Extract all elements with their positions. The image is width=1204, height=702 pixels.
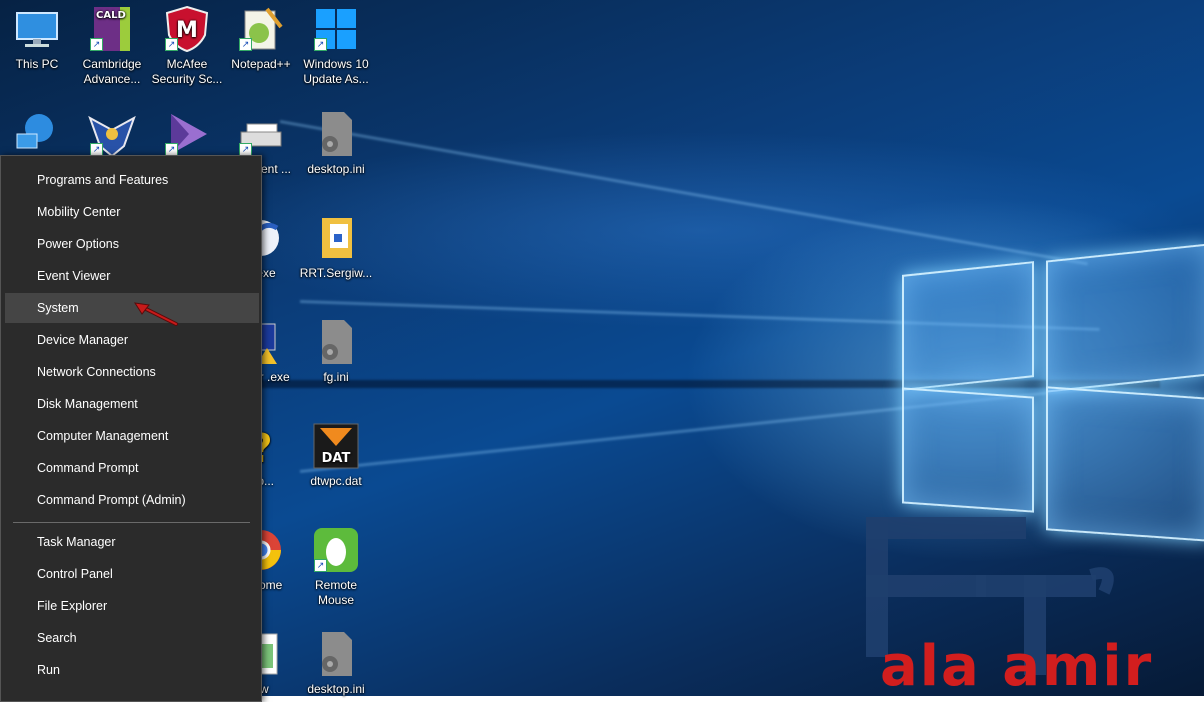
network-globe-icon xyxy=(13,110,61,158)
desktop-icon-label: Cambridge Advance... xyxy=(82,57,142,86)
menu-item-mobility-center[interactable]: Mobility Center xyxy=(5,197,259,227)
windows-logo-pane xyxy=(1046,243,1204,393)
dark-band xyxy=(260,380,1160,388)
menu-item-network-connections[interactable]: Network Connections xyxy=(5,357,259,387)
mcafee-shield-icon: M ↗ xyxy=(163,5,211,53)
menu-separator xyxy=(13,522,250,523)
config-file-icon xyxy=(312,110,360,158)
svg-text:M: M xyxy=(176,18,198,43)
desktop-icon-rrt[interactable]: RRT.Sergiw... xyxy=(299,214,373,281)
shortcut-arrow-icon: ↗ xyxy=(314,38,327,51)
desktop-icon-label: Notepad++ xyxy=(231,57,291,71)
menu-item-power-options[interactable]: Power Options xyxy=(5,229,259,259)
desktop-icon-desktop-ini-1[interactable]: desktop.ini xyxy=(299,110,373,177)
eagle-badge-icon: ↗ xyxy=(88,110,136,158)
desktop-icon-fg-ini[interactable]: fg.ini xyxy=(299,318,373,385)
dat-file-icon: DAT xyxy=(312,422,360,470)
media-player-icon: ↗ xyxy=(163,110,211,158)
computer-icon xyxy=(13,5,61,53)
windows-logo-icon: ↗ xyxy=(312,5,360,53)
desktop-icon-desktop-ini-2[interactable]: desktop.ini xyxy=(299,630,373,697)
menu-item-run[interactable]: Run xyxy=(5,655,259,685)
menu-item-computer-management[interactable]: Computer Management xyxy=(5,421,259,451)
desktop-icon-label: desktop.ini xyxy=(307,162,365,176)
winx-power-user-menu: Programs and Features Mobility Center Powe… xyxy=(0,155,262,702)
watermark-text: ala amir xyxy=(880,634,1153,696)
windows-logo-pane xyxy=(902,261,1034,391)
desktop-icon-cambridge[interactable]: CALD ↗ Cambridge Advance... xyxy=(75,5,149,87)
cambridge-book-icon: CALD ↗ xyxy=(88,5,136,53)
menu-item-programs-and-features[interactable]: Programs and Features xyxy=(5,165,259,195)
notepad-plus-icon: ↗ xyxy=(237,5,285,53)
shortcut-arrow-icon: ↗ xyxy=(239,38,252,51)
desktop-icon-label: This PC xyxy=(15,57,59,71)
desktop-icon-win10-update[interactable]: ↗ Windows 10 Update As... xyxy=(299,5,373,87)
desktop-icon-mcafee[interactable]: M ↗ McAfee Security Sc... xyxy=(150,5,224,87)
scanner-icon: ↗ xyxy=(237,110,285,158)
svg-text:DAT: DAT xyxy=(322,451,351,466)
shortcut-arrow-icon: ↗ xyxy=(90,38,103,51)
windows-logo-pane xyxy=(902,387,1034,513)
desktop-icon-notepadpp[interactable]: ↗ Notepad++ xyxy=(224,5,298,72)
menu-item-task-manager[interactable]: Task Manager xyxy=(5,527,259,557)
desktop-icon-label: Remote Mouse xyxy=(314,578,358,607)
desktop-icon-this-pc[interactable]: This PC xyxy=(0,5,74,72)
menu-item-command-prompt[interactable]: Command Prompt xyxy=(5,453,259,483)
remote-mouse-icon: ↗ xyxy=(312,526,360,574)
shortcut-arrow-icon: ↗ xyxy=(165,38,178,51)
menu-item-search[interactable]: Search xyxy=(5,623,259,653)
folder-doc-icon xyxy=(312,214,360,262)
desktop-icon-label: desktop.ini xyxy=(307,682,365,696)
config-file-icon xyxy=(312,630,360,678)
light-beam xyxy=(279,120,1088,266)
ala-amir-watermark: ala amir xyxy=(866,517,1153,696)
svg-text:CALD: CALD xyxy=(96,10,126,21)
desktop-icon-remote-mouse[interactable]: ↗ Remote Mouse xyxy=(299,526,373,608)
desktop-icon-label: Windows 10 Update As... xyxy=(303,57,369,86)
shortcut-arrow-icon: ↗ xyxy=(314,559,327,572)
desktop-icon-label: dtwpc.dat xyxy=(310,474,362,488)
red-arrow-icon xyxy=(133,302,178,326)
menu-item-event-viewer[interactable]: Event Viewer xyxy=(5,261,259,291)
menu-item-disk-management[interactable]: Disk Management xyxy=(5,389,259,419)
desktop-icon-label: RRT.Sergiw... xyxy=(299,266,373,280)
config-file-icon xyxy=(312,318,360,366)
menu-item-command-prompt-admin[interactable]: Command Prompt (Admin) xyxy=(5,485,259,515)
desktop-icon-label: McAfee Security Sc... xyxy=(151,57,223,86)
menu-item-control-panel[interactable]: Control Panel xyxy=(5,559,259,589)
menu-item-file-explorer[interactable]: File Explorer xyxy=(5,591,259,621)
desktop-icon-dtwpc[interactable]: DAT dtwpc.dat xyxy=(299,422,373,489)
desktop-icon-label: fg.ini xyxy=(323,370,349,384)
